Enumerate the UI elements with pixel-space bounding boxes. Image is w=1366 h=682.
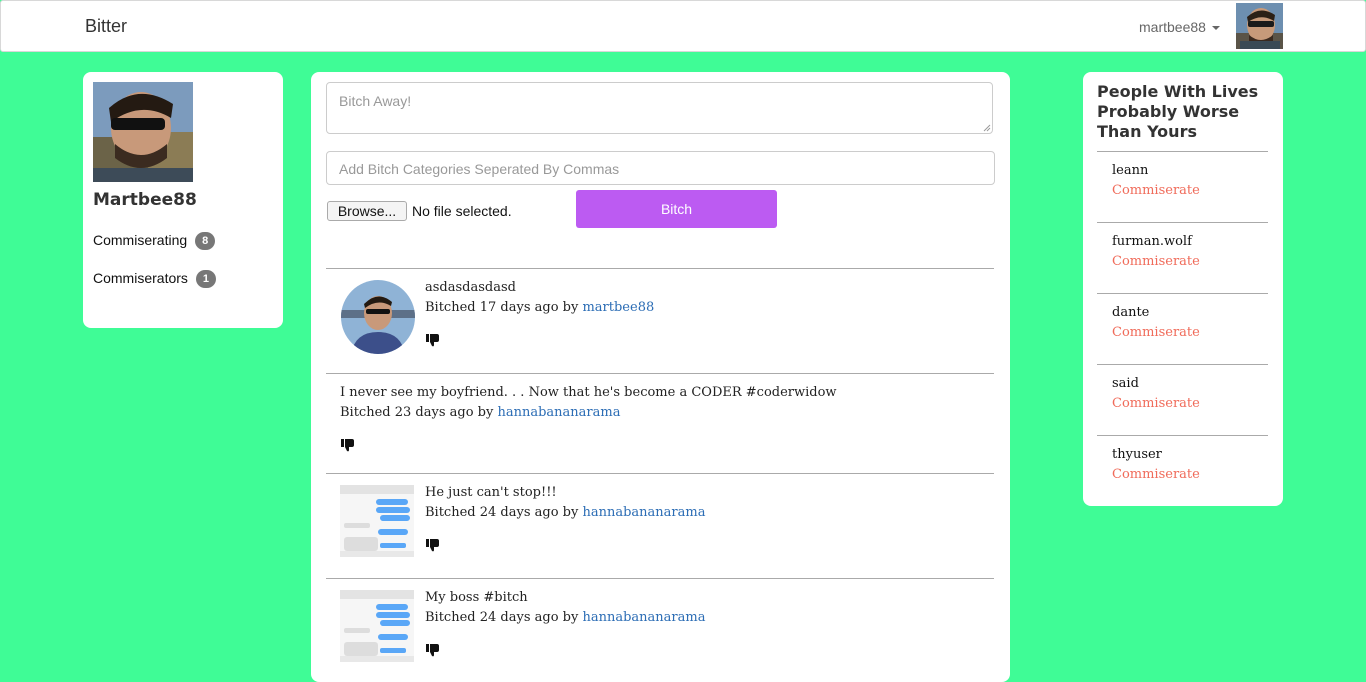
thumbs-down-icon[interactable] [426, 643, 440, 657]
commiserate-link[interactable]: Commiserate [1112, 254, 1200, 269]
user-avatar[interactable] [1236, 3, 1283, 49]
thumbs-down-icon[interactable] [341, 438, 355, 452]
post-meta: Bitched 17 days ago by martbee88 [425, 300, 654, 315]
commiserators-stat[interactable]: Commiserators 1 [93, 270, 216, 289]
post-text: I never see my boyfriend. . . Now that h… [340, 385, 837, 400]
thumbs-down-icon[interactable] [426, 333, 440, 347]
post-author-link[interactable]: hannabananarama [497, 405, 620, 420]
suggested-people-title: People With Lives Probably Worse Than Yo… [1097, 82, 1259, 141]
profile-name: Martbee88 [93, 190, 197, 210]
categories-input-placeholder: Add Bitch Categories Seperated By Commas [339, 161, 620, 177]
commiserate-link[interactable]: Commiserate [1112, 396, 1200, 411]
person-name: leann [1112, 163, 1149, 178]
post-image-screenshot[interactable] [340, 485, 414, 557]
commiserating-stat[interactable]: Commiserating 8 [93, 232, 216, 251]
post-meta-prefix: Bitched 24 days ago by [425, 610, 579, 625]
thumbs-down-icon[interactable] [426, 538, 440, 552]
profile-panel: Martbee88 Commiserating 8 Commiserators 1 [83, 72, 283, 328]
commiserate-link[interactable]: Commiserate [1112, 325, 1200, 340]
bitch-textarea-placeholder: Bitch Away! [339, 93, 412, 109]
person-name: said [1112, 376, 1139, 391]
post-author-link[interactable]: hannabananarama [582, 610, 705, 625]
feed-post: My boss #bitch Bitched 24 days ago by ha… [326, 578, 994, 682]
user-menu-dropdown[interactable]: martbee88 [1139, 19, 1220, 35]
commiserators-count-badge: 1 [195, 270, 216, 289]
post-text: My boss #bitch [425, 590, 528, 605]
brand-logo[interactable]: Bitter [85, 16, 127, 37]
post-author-avatar[interactable] [341, 280, 415, 354]
post-meta: Bitched 24 days ago by hannabananarama [425, 505, 705, 520]
commiserating-count-badge: 8 [195, 232, 216, 251]
post-author-link[interactable]: martbee88 [582, 300, 654, 315]
post-text: He just can't stop!!! [425, 485, 557, 500]
navbar: Bitter martbee88 [0, 0, 1366, 52]
people-list-item: dante Commiserate [1097, 293, 1268, 364]
caret-down-icon [1211, 26, 1220, 31]
profile-photo [93, 82, 193, 182]
people-list-item: said Commiserate [1097, 364, 1268, 435]
feed-post: asdasdasdasd Bitched 17 days ago by mart… [326, 268, 994, 373]
post-meta-prefix: Bitched 17 days ago by [425, 300, 579, 315]
feed-post: I never see my boyfriend. . . Now that h… [326, 373, 994, 478]
post-author-link[interactable]: hannabananarama [582, 505, 705, 520]
commiserators-label: Commiserators [93, 270, 188, 286]
post-meta: Bitched 23 days ago by hannabananarama [340, 405, 837, 420]
person-name: thyuser [1112, 447, 1162, 462]
browse-file-button[interactable]: Browse... [327, 201, 407, 221]
post-image-screenshot[interactable] [340, 590, 414, 662]
file-status-label: No file selected. [412, 203, 512, 219]
post-meta-prefix: Bitched 24 days ago by [425, 505, 579, 520]
bitch-textarea[interactable] [326, 82, 993, 134]
people-list-item: furman.wolf Commiserate [1097, 222, 1268, 293]
post-meta: Bitched 24 days ago by hannabananarama [425, 610, 705, 625]
resize-handle-icon[interactable] [983, 124, 991, 132]
post-meta-prefix: Bitched 23 days ago by [340, 405, 494, 420]
suggested-people-panel: People With Lives Probably Worse Than Yo… [1083, 72, 1283, 506]
bitch-submit-button[interactable]: Bitch [576, 190, 777, 228]
username-label: martbee88 [1139, 19, 1206, 35]
commiserate-link[interactable]: Commiserate [1112, 183, 1200, 198]
post-content: My boss #bitch Bitched 24 days ago by ha… [425, 590, 705, 625]
post-content: asdasdasdasd Bitched 17 days ago by mart… [425, 280, 654, 315]
commiserate-link[interactable]: Commiserate [1112, 467, 1200, 482]
person-name: dante [1112, 305, 1150, 320]
feed-post: He just can't stop!!! Bitched 24 days ag… [326, 473, 994, 578]
person-name: furman.wolf [1112, 234, 1192, 249]
people-list-item: thyuser Commiserate [1097, 435, 1268, 506]
commiserating-label: Commiserating [93, 232, 188, 248]
post-content: I never see my boyfriend. . . Now that h… [340, 385, 837, 420]
people-list-item: leann Commiserate [1097, 151, 1268, 222]
feed-panel: Bitch Away! Add Bitch Categories Seperat… [311, 72, 1010, 682]
post-content: He just can't stop!!! Bitched 24 days ag… [425, 485, 705, 520]
post-text: asdasdasdasd [425, 280, 516, 295]
